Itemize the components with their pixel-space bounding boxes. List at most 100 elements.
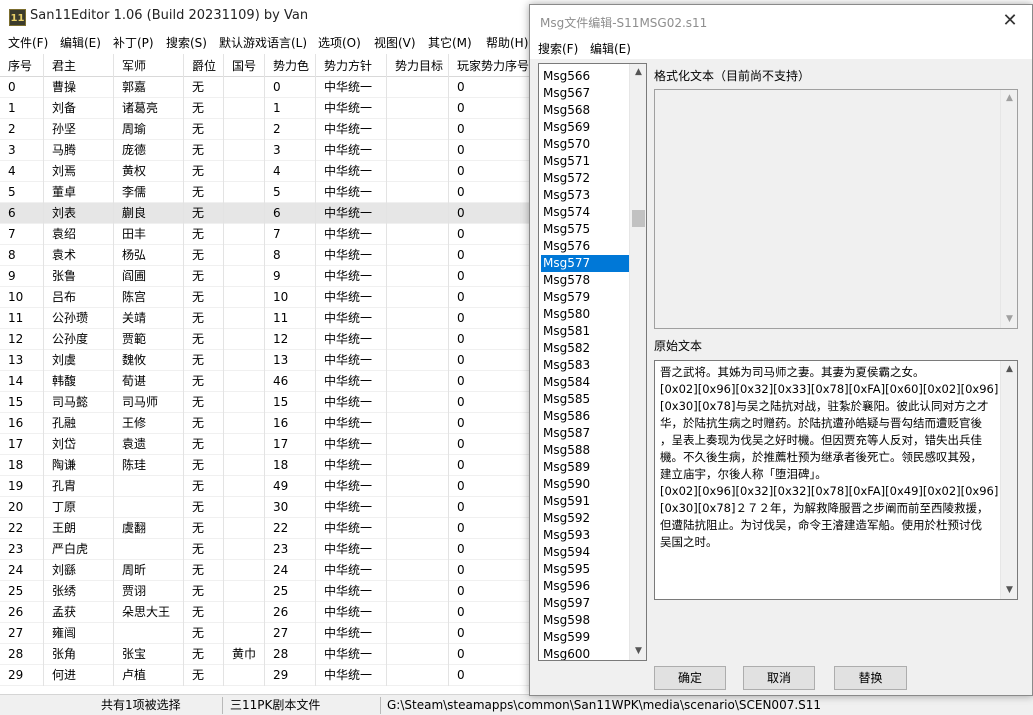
table-row[interactable]: 15 司马懿 司马师无 15 中华统一 0 <box>0 392 530 413</box>
msg-list-item[interactable]: Msg591 <box>541 493 629 510</box>
msg-list-item[interactable]: Msg598 <box>541 612 629 629</box>
scroll-up-icon[interactable]: ▲ <box>630 64 646 81</box>
table-row[interactable]: 26 孟获 朵思大王无 26 中华统一 0 <box>0 602 530 623</box>
msg-list-item[interactable]: Msg588 <box>541 442 629 459</box>
msg-list-item[interactable]: Msg569 <box>541 119 629 136</box>
msg-list-item[interactable]: Msg586 <box>541 408 629 425</box>
menu-patch[interactable]: 补丁(P) <box>113 34 154 51</box>
dialog-menu-search[interactable]: 搜索(F) <box>538 40 578 57</box>
table-row[interactable]: 17 刘岱 袁遗无 17 中华统一 0 <box>0 434 530 455</box>
table-row[interactable]: 8 袁术 杨弘无 8 中华统一 0 <box>0 245 530 266</box>
msg-list-item[interactable]: Msg570 <box>541 136 629 153</box>
msg-list-item[interactable]: Msg593 <box>541 527 629 544</box>
menu-file[interactable]: 文件(F) <box>8 34 48 51</box>
table-row[interactable]: 5 董卓 李儒无 5 中华统一 0 <box>0 182 530 203</box>
table-row[interactable]: 27 雍闿无 27 中华统一 0 <box>0 623 530 644</box>
menu-help[interactable]: 帮助(H) <box>486 34 528 51</box>
ok-button[interactable]: 确定 <box>654 666 726 690</box>
msg-list-item[interactable]: Msg566 <box>541 68 629 85</box>
msg-list-item[interactable]: Msg575 <box>541 221 629 238</box>
column-header-color[interactable]: 势力色 <box>265 54 316 77</box>
table-row[interactable]: 19 孔胄 无 49 中华统一 0 <box>0 476 530 497</box>
table-row[interactable]: 9 张鲁 阎圃无 9 中华统一 0 <box>0 266 530 287</box>
msg-list-item[interactable]: Msg568 <box>541 102 629 119</box>
msg-list-item[interactable]: Msg597 <box>541 595 629 612</box>
column-header-player-force[interactable]: 玩家势力序号 <box>449 54 530 77</box>
close-icon[interactable]: ✕ <box>998 9 1022 33</box>
msg-list-item[interactable]: Msg567 <box>541 85 629 102</box>
msg-list-scrollbar[interactable]: ▲ ▼ <box>629 64 646 660</box>
msg-list-item[interactable]: Msg600 <box>541 646 629 660</box>
menu-view[interactable]: 视图(V) <box>374 34 416 51</box>
msg-list-item[interactable]: Msg582 <box>541 340 629 357</box>
table-row[interactable]: 6 刘表 蒯良无 6 中华统一 0 <box>0 203 530 224</box>
msg-list-item[interactable]: Msg599 <box>541 629 629 646</box>
msg-list-item[interactable]: Msg571 <box>541 153 629 170</box>
table-row[interactable]: 22 王朗 虞翻无 22 中华统一 0 <box>0 518 530 539</box>
table-row[interactable]: 18 陶谦 陈珪无 18 中华统一 0 <box>0 455 530 476</box>
msg-list-item[interactable]: Msg577 <box>541 255 629 272</box>
table-row[interactable]: 7 袁绍 田丰无 7 中华统一 0 <box>0 224 530 245</box>
msg-list-item[interactable]: Msg584 <box>541 374 629 391</box>
formatted-text-scrollbar: ▲ ▼ <box>1000 90 1017 328</box>
msg-list-item[interactable]: Msg576 <box>541 238 629 255</box>
msg-list-item[interactable]: Msg592 <box>541 510 629 527</box>
table-row[interactable]: 14 韩馥 荀谌无 46 中华统一 0 <box>0 371 530 392</box>
msg-list-item[interactable]: Msg596 <box>541 578 629 595</box>
column-header-policy[interactable]: 势力方针 <box>316 54 387 77</box>
msg-list-item[interactable]: Msg580 <box>541 306 629 323</box>
scroll-down-icon[interactable]: ▼ <box>630 643 646 660</box>
scroll-thumb[interactable] <box>632 210 645 227</box>
msg-list-item[interactable]: Msg595 <box>541 561 629 578</box>
msg-list-item[interactable]: Msg581 <box>541 323 629 340</box>
menu-edit[interactable]: 编辑(E) <box>60 34 101 51</box>
msg-list-item[interactable]: Msg590 <box>541 476 629 493</box>
raw-text-scrollbar[interactable]: ▲ ▼ <box>1000 361 1017 599</box>
msg-list-item[interactable]: Msg594 <box>541 544 629 561</box>
msg-listbox[interactable]: Msg566 Msg567 Msg568 Msg569 Msg570 Msg571 Msg5… <box>538 63 647 661</box>
menu-search[interactable]: 搜索(S) <box>166 34 207 51</box>
column-header-ruler[interactable]: 君主 <box>44 54 114 77</box>
column-header-index[interactable]: 序号 <box>0 54 44 77</box>
column-header-title[interactable]: 爵位 <box>184 54 224 77</box>
msg-list-item[interactable]: Msg583 <box>541 357 629 374</box>
column-header-country-name[interactable]: 国号 <box>224 54 265 77</box>
table-row[interactable]: 3 马腾 庞德无 3 中华统一 0 <box>0 140 530 161</box>
table-row[interactable]: 12 公孙度 贾範无 12 中华统一 0 <box>0 329 530 350</box>
column-header-advisor[interactable]: 军师 <box>114 54 184 77</box>
table-row[interactable]: 13 刘虞 魏攸无 13 中华统一 0 <box>0 350 530 371</box>
table-row[interactable]: 0 曹操 郭嘉无 0 中华统一 0 <box>0 77 530 98</box>
msg-list-item[interactable]: Msg578 <box>541 272 629 289</box>
scroll-down-icon[interactable]: ▼ <box>1001 582 1018 599</box>
table-row[interactable]: 11 公孙瓒 关靖无 11 中华统一 0 <box>0 308 530 329</box>
table-row[interactable]: 10 吕布 陈宫无 10 中华统一 0 <box>0 287 530 308</box>
table-row[interactable]: 23 严白虎无 23 中华统一 0 <box>0 539 530 560</box>
table-row[interactable]: 16 孔融 王修无 16 中华统一 0 <box>0 413 530 434</box>
table-row[interactable]: 20 丁原 无 30 中华统一 0 <box>0 497 530 518</box>
dialog-menu-edit[interactable]: 编辑(E) <box>590 40 631 57</box>
msg-list-item[interactable]: Msg574 <box>541 204 629 221</box>
table-row[interactable]: 4 刘焉 黄权无 4 中华统一 0 <box>0 161 530 182</box>
cell-policy: 中华统一 <box>316 245 387 266</box>
menu-options[interactable]: 选项(O) <box>318 34 361 51</box>
menu-other[interactable]: 其它(M) <box>428 34 472 51</box>
table-row[interactable]: 1 刘备 诸葛亮无 1 中华统一 0 <box>0 98 530 119</box>
cancel-button[interactable]: 取消 <box>743 666 815 690</box>
column-header-target[interactable]: 势力目标 <box>387 54 449 77</box>
msg-list-item[interactable]: Msg573 <box>541 187 629 204</box>
raw-text-editor[interactable]: 晋之武将。其姊为司马师之妻。其妻为夏侯霸之女。 [0x02][0x96][0x32… <box>654 360 1018 600</box>
table-row[interactable]: 24 刘繇 周昕无 24 中华统一 0 <box>0 560 530 581</box>
msg-list-item[interactable]: Msg579 <box>541 289 629 306</box>
table-row[interactable]: 2 孙坚 周瑜无 2 中华统一 0 <box>0 119 530 140</box>
raw-text-line: [0x02][0x96][0x32][0x33][0x78][0xFA][0x6… <box>660 382 998 396</box>
table-row[interactable]: 28 张角 张宝无黄巾 28 中华统一 0 <box>0 644 530 665</box>
msg-list-item[interactable]: Msg572 <box>541 170 629 187</box>
table-row[interactable]: 25 张绣 贾诩无 25 中华统一 0 <box>0 581 530 602</box>
msg-list-item[interactable]: Msg589 <box>541 459 629 476</box>
replace-button[interactable]: 替换 <box>834 666 907 690</box>
menu-language[interactable]: 默认游戏语言(L) <box>219 34 307 51</box>
table-row[interactable]: 29 何进 卢植无 29 中华统一 0 <box>0 665 530 686</box>
msg-list-item[interactable]: Msg585 <box>541 391 629 408</box>
scroll-up-icon[interactable]: ▲ <box>1001 361 1018 378</box>
msg-list-item[interactable]: Msg587 <box>541 425 629 442</box>
